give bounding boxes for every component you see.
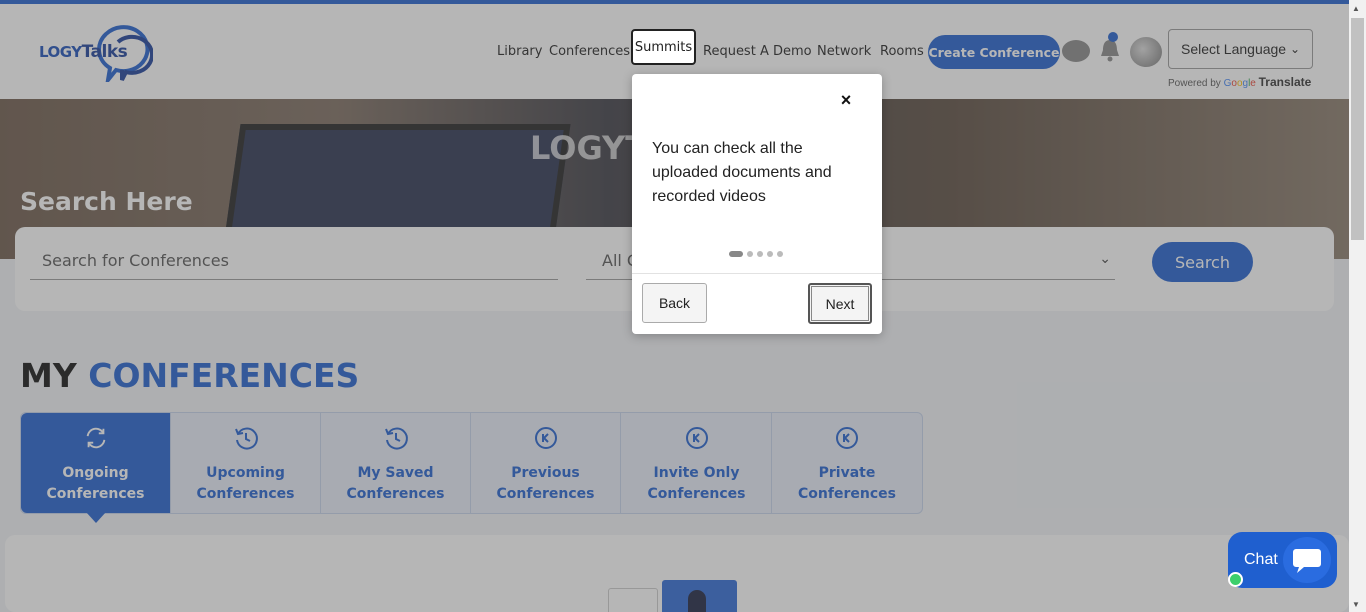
chat-bubble-icon: [1283, 537, 1331, 583]
scrollbar-thumb[interactable]: [1351, 18, 1364, 240]
scroll-down-arrow-icon[interactable]: ▼: [1352, 600, 1360, 609]
progress-dot[interactable]: [747, 251, 753, 257]
close-icon[interactable]: ×: [838, 90, 854, 110]
tour-back-button[interactable]: Back: [642, 283, 707, 323]
chat-label: Chat: [1244, 551, 1278, 568]
divider: [632, 273, 882, 274]
tour-description: You can check all the uploaded documents…: [652, 140, 832, 205]
progress-dot[interactable]: [757, 251, 763, 257]
nav-summits-highlighted[interactable]: Summits: [631, 29, 696, 65]
progress-dot[interactable]: [767, 251, 773, 257]
progress-dot[interactable]: [777, 251, 783, 257]
progress-dot-active[interactable]: [729, 251, 743, 257]
tour-next-button[interactable]: Next: [808, 283, 872, 324]
online-status-indicator: [1228, 572, 1243, 587]
tour-popover: × You can check all the uploaded documen…: [632, 74, 882, 334]
tour-progress-dots: [729, 251, 783, 257]
scroll-up-arrow-icon[interactable]: ▲: [1352, 4, 1360, 13]
chat-widget-button[interactable]: Chat: [1228, 532, 1337, 588]
